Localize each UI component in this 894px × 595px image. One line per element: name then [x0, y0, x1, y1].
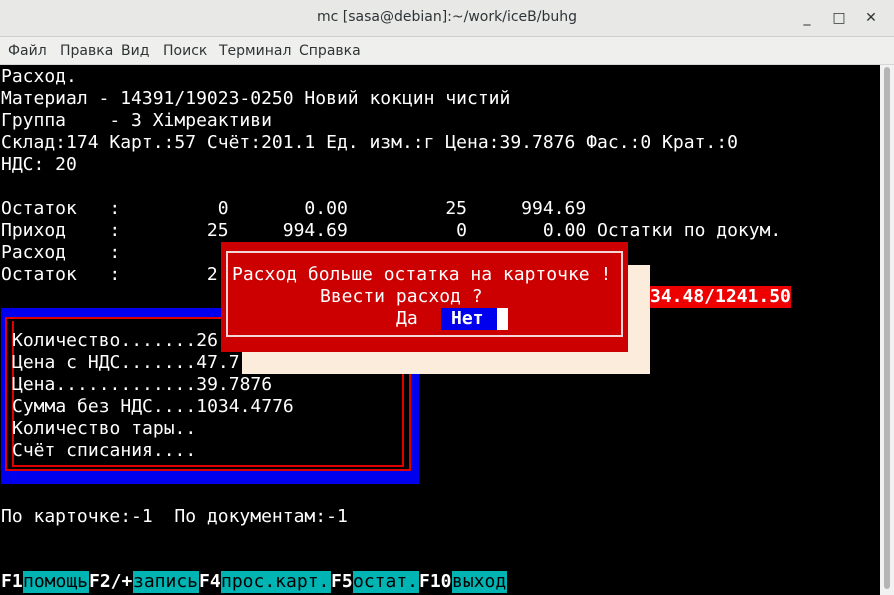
scrollbar-thumb[interactable] — [884, 67, 890, 589]
dialog-cursor — [497, 308, 508, 330]
menu-bar: Файл Правка Вид Поиск Терминал Справка — [0, 37, 894, 65]
form-field-price[interactable]: Цена.............39.7876 — [12, 374, 272, 396]
window-titlebar: mc [sasa@debian]:~/work/iceB/buhg _ □ ✕ — [0, 0, 894, 37]
fkey-f10-label[interactable]: выход — [452, 571, 507, 593]
fkey-f10-key[interactable]: F10 — [419, 571, 452, 593]
fkey-f1-key[interactable]: F1 — [1, 571, 23, 593]
menu-help[interactable]: Справка — [299, 43, 361, 59]
menu-edit[interactable]: Правка — [60, 43, 113, 59]
no-button[interactable]: Нет — [441, 308, 499, 330]
terminal-screen[interactable]: Расход. Материал - 14391/19023-0250 Нови… — [0, 65, 880, 595]
menu-view[interactable]: Вид — [121, 43, 149, 59]
form-field-container-quantity[interactable]: Количество тары.. — [12, 418, 196, 440]
form-field-writeoff-account[interactable]: Счёт списания.... — [12, 440, 196, 462]
menu-terminal[interactable]: Терминал — [219, 43, 291, 59]
dialog-message: Расход больше остатка на карточке ! — [232, 264, 612, 285]
balance-total-highlight: 34.48/1241.50 — [650, 286, 791, 308]
minimize-icon[interactable]: _ — [797, 8, 817, 28]
form-field-sum-without-vat[interactable]: Сумма без НДС....1034.4776 — [12, 396, 294, 418]
balance-row-opening: Остаток : 0 0.00 25 994.69 — [1, 198, 587, 219]
fkey-f2-label[interactable]: запись — [133, 571, 199, 593]
close-icon[interactable]: ✕ — [861, 8, 881, 28]
card-document-status: По карточке:-1 По документам:-1 — [1, 506, 348, 527]
maximize-icon[interactable]: □ — [829, 8, 849, 28]
dialog-question: Ввести расход ? — [320, 286, 483, 307]
window-title: mc [sasa@debian]:~/work/iceB/buhg — [317, 9, 577, 25]
balance-row-expense: Расход : — [1, 242, 121, 263]
form-field-price-with-vat[interactable]: Цена с НДС.......47.7 — [12, 352, 240, 374]
yes-button[interactable]: Да — [396, 308, 418, 330]
form-field-quantity[interactable]: Количество.......26 — [12, 330, 218, 352]
fkey-f5-key[interactable]: F5 — [331, 571, 353, 593]
fkey-f1-label[interactable]: помощь — [23, 571, 89, 593]
header-line-warehouse: Склад:174 Карт.:57 Счёт:201.1 Ед. изм.:г… — [1, 132, 738, 153]
terminal-scrollbar[interactable] — [880, 65, 894, 595]
header-line-group: Группа - 3 Хімреактиви — [1, 110, 272, 131]
fkey-f2-key[interactable]: F2/+ — [89, 571, 132, 593]
balance-row-closing: Остаток : 2 — [1, 264, 218, 285]
fkey-f5-label[interactable]: остат. — [353, 571, 419, 593]
fkey-f4-label[interactable]: прос.карт. — [221, 571, 331, 593]
menu-search[interactable]: Поиск — [163, 43, 207, 59]
fkey-f4-key[interactable]: F4 — [199, 571, 221, 593]
balance-row-income: Приход : 25 994.69 0 0.00 Остатки по док… — [1, 220, 782, 241]
header-line-material: Материал - 14391/19023-0250 Новий кокцин… — [1, 88, 511, 109]
menu-file[interactable]: Файл — [8, 43, 47, 59]
header-line-expense: Расход. — [1, 66, 77, 87]
header-line-vat: НДС: 20 — [1, 154, 77, 175]
